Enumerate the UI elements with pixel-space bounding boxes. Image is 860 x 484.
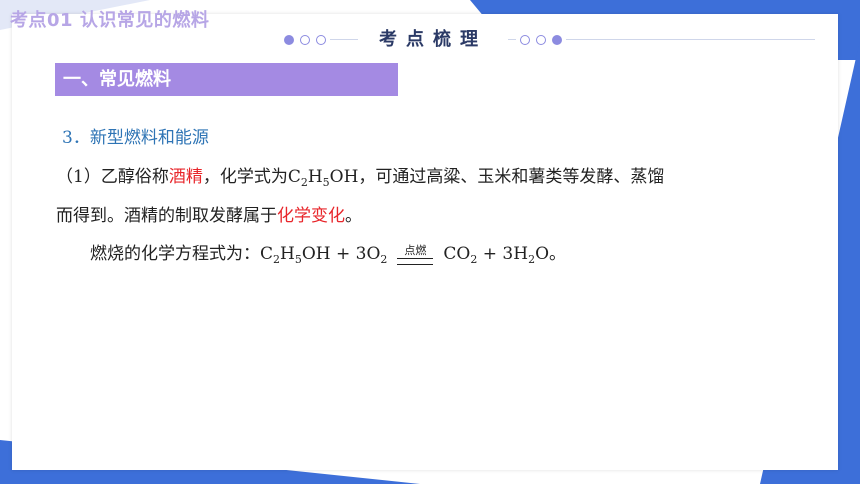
text: 而得到。酒精的制取发酵属于 [56, 206, 277, 226]
text: CO [443, 244, 471, 264]
section-heading: 一、常见燃料 [63, 69, 171, 90]
right-dots [516, 33, 566, 47]
dot-icon [300, 35, 310, 45]
equals-sign [397, 257, 434, 265]
left-dots [280, 33, 330, 47]
subheading: 3．新型燃料和能源 [62, 128, 209, 148]
text: 。 [345, 206, 362, 226]
paragraph-2: 而得到。酒精的制取发酵属于化学变化。 [56, 201, 362, 226]
highlight-text: 酒精 [168, 167, 203, 187]
text: （1）乙醇俗称 [56, 167, 169, 187]
dot-icon [536, 35, 546, 45]
text: ，化学式为C [202, 167, 301, 187]
text: O。 [535, 244, 567, 264]
text: 燃烧的化学方程式为：C [90, 244, 274, 264]
text: + 3H [477, 244, 529, 264]
text: OH + 3O [301, 244, 381, 264]
paragraph-1: （1）乙醇俗称酒精，化学式为C2H5OH，可通过高粱、玉米和薯类等发酵、蒸馏 [56, 162, 665, 189]
text: H [280, 244, 295, 264]
lesson-title: 考点01 认识常见的燃料 [10, 10, 210, 31]
equation-line: 燃烧的化学方程式为：C2H5OH + 3O2 点燃 CO2 + 3H2O。 [90, 239, 566, 265]
text: OH，可通过高粱、玉米和薯类等发酵、蒸馏 [329, 167, 665, 187]
subscript: 2 [380, 253, 388, 266]
subscript: 2 [300, 176, 308, 189]
dot-icon [316, 35, 326, 45]
condition-text: 点燃 [404, 243, 427, 257]
dot-icon [284, 35, 294, 45]
header-band: 考点梳理 [280, 28, 815, 52]
text: H [307, 167, 323, 187]
dot-icon [520, 35, 530, 45]
section-heading-bar: 一、常见燃料 [55, 63, 398, 96]
subscript: 5 [294, 253, 302, 266]
section-title: 考点梳理 [358, 28, 508, 52]
subscript: 2 [273, 253, 281, 266]
highlight-text: 化学变化 [277, 206, 345, 226]
reaction-condition: 点燃 [397, 243, 434, 265]
dot-icon [552, 35, 562, 45]
subscript: 5 [322, 176, 330, 189]
